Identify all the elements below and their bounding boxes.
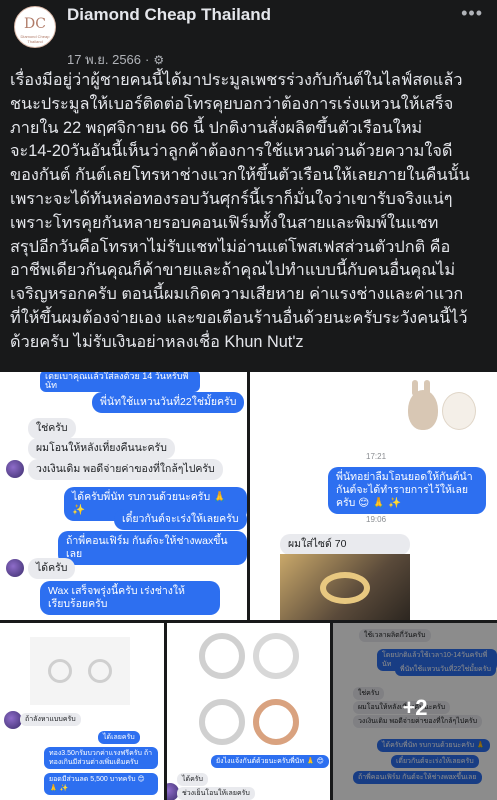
- chat-bubble: ถ้าลังหาแบบครับ: [20, 713, 81, 726]
- post-body: เรื่องมีอยู่ว่าผู้ชายคนนี้ได้มาประมูลเพช…: [10, 71, 470, 351]
- photo-chat-3[interactable]: ถ้าลังหาแบบครับ ได้เลยครับ ทอง3.50กรัมบว…: [0, 623, 164, 800]
- photo-chat-1[interactable]: เตยเบาคุณแล้วใส่ลงด้วย 14 วันหรับพี่นัท …: [0, 372, 247, 620]
- chat-bubble: Wax เสร็จพรุ่งนี้ครับ เร่งช่างให้เรียบร้…: [40, 581, 220, 615]
- chat-bubble: เตยเบาคุณแล้วใส่ลงด้วย 14 วันหรับพี่นัท: [40, 372, 200, 392]
- chat-bubble: ใช่ครับ: [28, 418, 76, 439]
- chat-bubble: ยังไงแจ้งกันต์ด้วยนะครับพี่นัท 🙏 😊: [211, 755, 329, 768]
- chat-timestamp: 19:06: [366, 515, 387, 524]
- post-date[interactable]: 17 พ.ย. 2566: [67, 49, 141, 70]
- chat-bubble: ได้ครับ: [28, 558, 76, 579]
- chat-bubble: ทอง3.50กรัมบวกค่าแรงฟรีครับ ถ้าทองเกินมี…: [44, 747, 158, 769]
- photo-chat-4[interactable]: ยังไงแจ้งกันต์ด้วยนะครับพี่นัท 🙏 😊 ได้คร…: [167, 623, 330, 800]
- chat-bubble: ยอดมีส่วนลด 5,500 บาทครับ 😊 🙏 ✨: [44, 773, 158, 795]
- chat-bubble: ผมใส่ไซด์ 70: [280, 534, 410, 555]
- ring-photo: [280, 554, 410, 620]
- more-photos-count[interactable]: +2: [333, 695, 497, 721]
- chat-timestamp: 17:21: [366, 452, 387, 461]
- ring-catalog: [189, 627, 311, 767]
- chat-bubble: ได้ครับ: [177, 773, 208, 786]
- photo-chat-5[interactable]: ใช้เวลาผลิตกี่วันครับ โดยปกติแล้วใช้เวลา…: [333, 623, 497, 800]
- chat-bubble: พี่นัทอย่าลืมโอนยอดให้กันต์นำ กันต์จะได้…: [328, 467, 486, 514]
- gear-icon: ⚙: [153, 52, 165, 67]
- chat-bubble: ช่วงเย็นโอนให้เลยครับ: [177, 787, 255, 800]
- ring-photo: [30, 637, 130, 705]
- avatar-monogram: DC: [24, 16, 46, 32]
- page-name[interactable]: Diamond Cheap Thailand: [67, 5, 271, 25]
- page-avatar[interactable]: DC Diamond Cheap Thailand: [14, 6, 56, 48]
- chat-bubble: ได้เลยครับ: [98, 731, 140, 744]
- chat-bubble: ผมโอนให้หลังเที่ยงคืนนะครับ: [28, 438, 175, 459]
- chat-bubble: วงเงินเดิม พอดีจ่ายค่าของที่ใกล้ๆไปครับ: [28, 459, 223, 480]
- sticker-image: [408, 380, 480, 438]
- chat-bubble: เดี๋ยวกันต์จะเร่งให้เลยครับ: [114, 509, 247, 530]
- chat-avatar: [6, 559, 24, 577]
- more-icon[interactable]: •••: [461, 3, 483, 24]
- chat-bubble: พี่นัทใช้แหวนวันที่22ใช่มั้ยครับ: [92, 392, 245, 413]
- chat-bubble: ถ้าพี่คอนเฟิร์ม กันต์จะให้ช่างwaxขึ้นเลย: [58, 531, 247, 565]
- photo-chat-2[interactable]: 17:21 พี่นัทอย่าลืมโอนยอดให้กันต์นำ กันต…: [250, 372, 497, 620]
- post-header: DC Diamond Cheap Thailand Diamond Cheap …: [0, 0, 497, 70]
- photo-grid: เตยเบาคุณแล้วใส่ลงด้วย 14 วันหรับพี่นัท …: [0, 372, 497, 800]
- chat-avatar: [6, 460, 24, 478]
- avatar-caption: Diamond Cheap Thailand: [20, 34, 50, 44]
- post-meta: 17 พ.ย. 2566 · ⚙: [67, 49, 164, 70]
